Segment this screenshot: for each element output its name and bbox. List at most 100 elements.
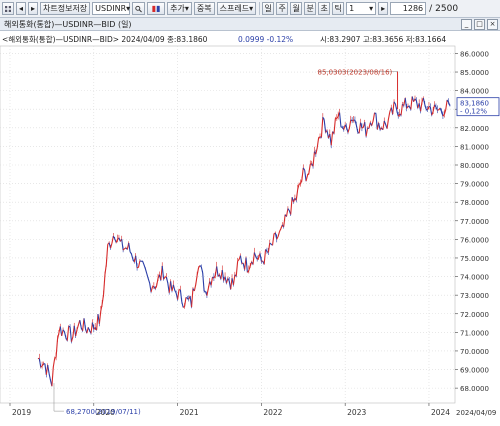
price-segment (48, 365, 49, 374)
nav-right-button[interactable]: ▸ (28, 2, 38, 15)
toolbar-divider (259, 2, 260, 15)
save-chart-button[interactable]: 차트정보저장 (40, 2, 90, 15)
symbol-value: USDINR (95, 4, 126, 13)
chart-grid (0, 46, 455, 403)
y-tick-label: 69.0000 (460, 367, 489, 375)
expand-button[interactable]: ▸ (378, 2, 388, 15)
price-segment (387, 119, 388, 129)
indicator-button[interactable]: ▮▮ (147, 2, 165, 15)
y-tick-label: 84.0000 (460, 88, 489, 96)
y-tick-label: 77.0000 (460, 218, 489, 226)
price-segment (291, 197, 292, 214)
search-icon (135, 5, 142, 13)
price-segment (185, 298, 186, 307)
price-segment (217, 266, 218, 276)
spread-button[interactable]: 스프레드▾ (217, 2, 256, 15)
chart-window-title: 해외통화(통합)—USDINR—BID (일) _ □ × (0, 18, 500, 31)
price-segment (71, 337, 72, 342)
search-button[interactable] (132, 2, 145, 15)
y-tick-label: 75.0000 (460, 255, 489, 263)
y-tick-label: 70.0000 (460, 348, 489, 356)
price-segment (366, 128, 367, 136)
y-tick-label: 76.0000 (460, 236, 489, 244)
symbol-select[interactable]: USDINR ▾ (92, 2, 130, 15)
x-tick-label-last: 2024/04/09 (456, 409, 496, 417)
price-segment (316, 148, 317, 154)
grid-icon[interactable] (2, 2, 14, 15)
price-segment (145, 269, 146, 274)
y-tick-label: 72.0000 (460, 311, 489, 319)
price-segment (173, 285, 174, 291)
x-tick-label: 2023 (347, 408, 366, 417)
overlay-button[interactable]: 중복 (194, 2, 215, 15)
chevron-down-icon: ▾ (249, 4, 253, 13)
x-tick-label: 2021 (180, 408, 199, 417)
chart-header-ohl: 시:83.2907 고:83.3656 저:83.1664 (320, 35, 446, 44)
window-title-text: 해외통화(통합)—USDINR—BID (일) (4, 20, 132, 29)
count-input[interactable]: 1286 (390, 2, 426, 15)
price-segment (376, 113, 377, 129)
period-day[interactable]: 일 (262, 2, 274, 15)
price-segment (401, 104, 402, 115)
price-segment (388, 112, 389, 119)
price-segment (278, 232, 279, 237)
price-segment (331, 132, 332, 146)
add-label: 추가 (170, 3, 185, 14)
y-tick-label: 79.0000 (460, 181, 489, 189)
price-chart[interactable]: <해외통화(통합)—USDINR—BID> 2024/04/09 종:83.18… (0, 32, 500, 423)
add-button[interactable]: 추가▾ (167, 2, 192, 15)
price-segment (246, 258, 247, 273)
y-tick-label: 74.0000 (460, 274, 489, 282)
price-segment (97, 314, 98, 330)
price-segment (334, 118, 335, 133)
low-annotation: 68,2700(2019/07/11) (66, 408, 141, 416)
period-minute[interactable]: 분 (304, 2, 316, 15)
price-segment (129, 243, 130, 252)
y-tick-label: 85.0000 (460, 69, 489, 77)
y-tick-label: 81.0000 (460, 143, 489, 151)
price-segment (236, 261, 237, 276)
last-change-label: - 0,12% (460, 108, 487, 116)
toolbar: ◂ ▸ 차트정보저장 USDINR ▾ ▮▮ 추가▾ 중복 스프레드▾ 일 주 … (0, 0, 500, 18)
price-segment (446, 100, 447, 110)
period-count-select[interactable]: 1▾ (346, 2, 376, 15)
price-segment (67, 326, 68, 340)
count-slash: / (429, 4, 432, 14)
y-tick-label: 73.0000 (460, 292, 489, 300)
expand-icon: ▸ (381, 4, 385, 13)
x-tick-label: 2024 (431, 408, 450, 417)
price-segment (321, 117, 322, 137)
maximize-icon[interactable]: □ (474, 19, 485, 30)
minimize-icon[interactable]: _ (461, 19, 472, 30)
price-segment (393, 102, 394, 114)
y-tick-label: 68.0000 (460, 385, 489, 393)
price-segment (211, 277, 212, 285)
period-second[interactable]: 초 (318, 2, 330, 15)
price-segment (340, 113, 341, 127)
x-tick-label: 2022 (263, 408, 282, 417)
price-segment (53, 358, 54, 367)
price-segment (284, 215, 285, 227)
y-tick-label: 78.0000 (460, 199, 489, 207)
period-count-value: 1 (349, 4, 354, 13)
period-tick[interactable]: 틱 (332, 2, 344, 15)
price-segment (77, 325, 78, 330)
price-segment (264, 249, 265, 264)
last-price-label: 83,1860 (460, 100, 489, 108)
y-tick-label: 82.0000 (460, 125, 489, 133)
y-tick-label: 86.0000 (460, 50, 489, 58)
price-segment (104, 274, 105, 294)
close-icon[interactable]: × (487, 19, 498, 30)
chevron-down-icon: ▾ (369, 4, 373, 13)
chevron-down-icon: ▾ (126, 4, 130, 13)
price-segment (411, 97, 412, 110)
period-month[interactable]: 월 (290, 2, 302, 15)
y-tick-label: 80.0000 (460, 162, 489, 170)
period-week[interactable]: 주 (276, 2, 288, 15)
nav-left-button[interactable]: ◂ (16, 2, 26, 15)
price-segment (197, 268, 198, 276)
price-series (38, 71, 450, 386)
price-segment (305, 170, 306, 181)
chart-area[interactable]: <해외통화(통합)—USDINR—BID> 2024/04/09 종:83.18… (0, 32, 500, 423)
price-segment (148, 279, 149, 283)
